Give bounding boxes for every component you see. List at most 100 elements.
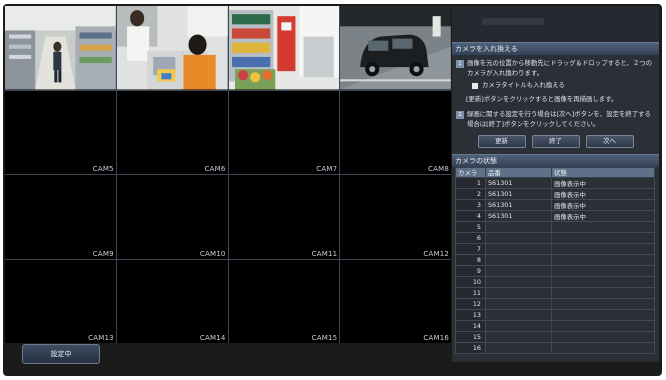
camera-number-cell: 7 bbox=[455, 243, 486, 255]
state-cell bbox=[551, 298, 655, 310]
state-cell bbox=[551, 232, 655, 244]
camera-cell-9[interactable]: CAM9 bbox=[5, 175, 116, 259]
camera-image-3 bbox=[228, 6, 340, 90]
refresh-button[interactable]: 更新 bbox=[477, 135, 526, 148]
table-row: 13 bbox=[455, 309, 655, 321]
camera-cell-13[interactable]: CAM13 bbox=[5, 259, 116, 343]
camera-label: CAM12 bbox=[423, 249, 449, 258]
table-row: 10 bbox=[455, 276, 655, 288]
model-cell: S61301 bbox=[485, 210, 552, 222]
camera-image-1 bbox=[5, 6, 116, 90]
model-cell bbox=[485, 232, 552, 244]
step-2: 2 録画に関する設定を行う場合は[次へ]ボタンを、設定を終了する場合は[終了]ボ… bbox=[456, 110, 655, 129]
camera-number-cell: 16 bbox=[455, 342, 486, 354]
camera-label: CAM15 bbox=[311, 334, 338, 342]
model-cell bbox=[485, 287, 552, 299]
setting-status-button[interactable]: 設定中 bbox=[22, 344, 100, 364]
camera-image-4 bbox=[340, 6, 451, 90]
table-row: 7 bbox=[455, 243, 655, 255]
camera-feed-1[interactable] bbox=[5, 6, 116, 90]
step-1-number: 1 bbox=[456, 60, 464, 68]
camera-label: CAM6 bbox=[204, 165, 226, 173]
model-cell bbox=[485, 320, 552, 332]
model-cell bbox=[485, 331, 552, 343]
camera-number-cell: 5 bbox=[455, 221, 486, 233]
table-row: 8 bbox=[455, 254, 655, 266]
column-model: 品番 bbox=[485, 167, 552, 178]
camera-feed-2[interactable] bbox=[116, 6, 228, 90]
camera-number-cell: 2 bbox=[455, 188, 486, 200]
model-cell bbox=[485, 309, 552, 321]
finish-button[interactable]: 終了 bbox=[531, 135, 580, 148]
model-cell: S61301 bbox=[485, 177, 552, 189]
camera-label: CAM5 bbox=[92, 165, 114, 173]
camera-number-cell: 11 bbox=[455, 287, 486, 299]
camera-cell-11[interactable]: CAM11 bbox=[228, 175, 340, 259]
model-cell bbox=[485, 254, 552, 266]
refresh-note: [更新]ボタンをクリックすると画像を再描画します。 bbox=[466, 94, 618, 103]
action-buttons: 更新 終了 次へ bbox=[456, 135, 655, 148]
camera-status-table: カメラ 品番 状態 1 S61301 画像表示中 2 S61301 画像表示中 3 S6130… bbox=[455, 167, 655, 354]
model-cell bbox=[485, 221, 552, 233]
table-row: 3 S61301 画像表示中 bbox=[455, 199, 655, 211]
camera-feed-4[interactable] bbox=[340, 6, 451, 90]
camera-feed-3[interactable] bbox=[228, 6, 340, 90]
camera-label: CAM9 bbox=[92, 249, 114, 258]
state-cell: 画像表示中 bbox=[551, 177, 655, 189]
model-cell: S61301 bbox=[485, 199, 552, 211]
next-button[interactable]: 次へ bbox=[585, 135, 634, 148]
step-1-text: 画像を元の位置から移動先にドラッグ＆ドロップすると、２つのカメラが入れ換わります… bbox=[467, 59, 653, 77]
model-cell bbox=[485, 243, 552, 255]
state-cell: 画像表示中 bbox=[551, 188, 655, 200]
monitor-window: CAM5 CAM6 CAM7 CAM8 CAM9 CAM10 CAM11 CAM… bbox=[3, 4, 662, 376]
state-cell bbox=[551, 276, 655, 288]
model-cell bbox=[485, 342, 552, 354]
camera-label: CAM10 bbox=[199, 249, 226, 258]
state-cell bbox=[551, 342, 655, 354]
swap-title-option[interactable]: カメラタイトルも入れ換える bbox=[472, 81, 655, 91]
camera-cell-10[interactable]: CAM10 bbox=[116, 175, 228, 259]
camera-cell-8[interactable]: CAM8 bbox=[340, 90, 451, 174]
camera-cell-6[interactable]: CAM6 bbox=[116, 90, 228, 174]
model-cell bbox=[485, 276, 552, 288]
state-cell bbox=[551, 254, 655, 266]
state-cell bbox=[551, 265, 655, 277]
step-1: 1 画像を元の位置から移動先にドラッグ＆ドロップすると、２つのカメラが入れ換わり… bbox=[456, 59, 655, 78]
table-row: 14 bbox=[455, 320, 655, 332]
state-cell bbox=[551, 221, 655, 233]
panel-title-area bbox=[452, 6, 659, 42]
camera-cell-14[interactable]: CAM14 bbox=[116, 259, 228, 343]
camera-number-cell: 4 bbox=[455, 210, 486, 222]
camera-label: CAM7 bbox=[316, 165, 338, 173]
state-cell bbox=[551, 309, 655, 321]
camera-cell-15[interactable]: CAM15 bbox=[228, 259, 340, 343]
state-cell: 画像表示中 bbox=[551, 210, 655, 222]
camera-grid: CAM5 CAM6 CAM7 CAM8 CAM9 CAM10 CAM11 CAM… bbox=[5, 6, 451, 343]
camera-label: CAM8 bbox=[428, 165, 449, 173]
swap-section-header: カメラを入れ換える bbox=[452, 42, 659, 55]
swap-section-body: 1 画像を元の位置から移動先にドラッグ＆ドロップすると、２つのカメラが入れ換わり… bbox=[452, 55, 659, 148]
table-row: 6 bbox=[455, 232, 655, 244]
state-cell bbox=[551, 320, 655, 332]
camera-cell-5[interactable]: CAM5 bbox=[5, 90, 116, 174]
state-cell bbox=[551, 243, 655, 255]
camera-cell-7[interactable]: CAM7 bbox=[228, 90, 340, 174]
camera-label: CAM14 bbox=[199, 334, 226, 342]
swap-title-checkbox[interactable] bbox=[472, 82, 478, 89]
state-cell: 画像表示中 bbox=[551, 199, 655, 211]
column-state: 状態 bbox=[551, 167, 655, 178]
camera-label: CAM13 bbox=[88, 334, 114, 342]
table-row: 2 S61301 画像表示中 bbox=[455, 188, 655, 200]
camera-number-cell: 13 bbox=[455, 309, 486, 321]
table-row: 9 bbox=[455, 265, 655, 277]
camera-cell-16[interactable]: CAM16 bbox=[340, 259, 451, 343]
table-row: 5 bbox=[455, 221, 655, 233]
camera-number-cell: 15 bbox=[455, 331, 486, 343]
side-panel: カメラを入れ換える 1 画像を元の位置から移動先にドラッグ＆ドロップすると、２つ… bbox=[452, 6, 659, 362]
table-row: 4 S61301 画像表示中 bbox=[455, 210, 655, 222]
state-cell bbox=[551, 331, 655, 343]
camera-number-cell: 10 bbox=[455, 276, 486, 288]
camera-number-cell: 3 bbox=[455, 199, 486, 211]
camera-number-cell: 12 bbox=[455, 298, 486, 310]
camera-cell-12[interactable]: CAM12 bbox=[340, 175, 451, 259]
